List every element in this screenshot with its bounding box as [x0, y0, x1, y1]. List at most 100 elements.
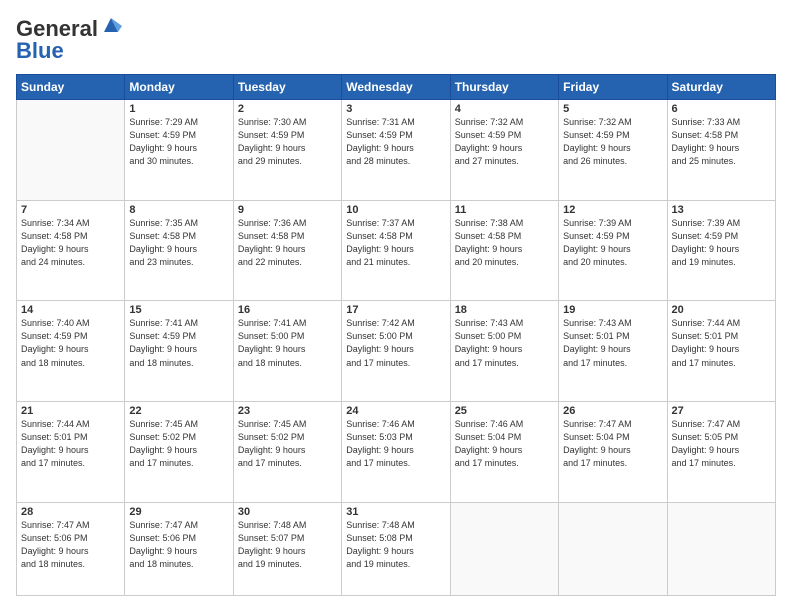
day-number: 15 — [129, 304, 228, 316]
weekday-header-friday: Friday — [559, 75, 667, 100]
day-number: 12 — [563, 204, 662, 216]
day-cell: 31Sunrise: 7:48 AM Sunset: 5:08 PM Dayli… — [342, 502, 450, 595]
day-cell — [559, 502, 667, 595]
day-info: Sunrise: 7:43 AM Sunset: 5:01 PM Dayligh… — [563, 317, 662, 369]
day-number: 25 — [455, 405, 554, 417]
day-info: Sunrise: 7:31 AM Sunset: 4:59 PM Dayligh… — [346, 116, 445, 168]
day-cell: 3Sunrise: 7:31 AM Sunset: 4:59 PM Daylig… — [342, 100, 450, 201]
day-info: Sunrise: 7:30 AM Sunset: 4:59 PM Dayligh… — [238, 116, 337, 168]
day-number: 17 — [346, 304, 445, 316]
day-number: 30 — [238, 506, 337, 518]
weekday-header-tuesday: Tuesday — [233, 75, 341, 100]
day-number: 23 — [238, 405, 337, 417]
day-number: 26 — [563, 405, 662, 417]
day-cell: 20Sunrise: 7:44 AM Sunset: 5:01 PM Dayli… — [667, 301, 775, 402]
week-row-1: 1Sunrise: 7:29 AM Sunset: 4:59 PM Daylig… — [17, 100, 776, 201]
weekday-header-sunday: Sunday — [17, 75, 125, 100]
day-number: 4 — [455, 103, 554, 115]
day-cell: 26Sunrise: 7:47 AM Sunset: 5:04 PM Dayli… — [559, 402, 667, 503]
day-cell: 19Sunrise: 7:43 AM Sunset: 5:01 PM Dayli… — [559, 301, 667, 402]
day-info: Sunrise: 7:34 AM Sunset: 4:58 PM Dayligh… — [21, 217, 120, 269]
day-number: 31 — [346, 506, 445, 518]
day-cell: 28Sunrise: 7:47 AM Sunset: 5:06 PM Dayli… — [17, 502, 125, 595]
day-cell: 22Sunrise: 7:45 AM Sunset: 5:02 PM Dayli… — [125, 402, 233, 503]
weekday-header-monday: Monday — [125, 75, 233, 100]
day-cell: 12Sunrise: 7:39 AM Sunset: 4:59 PM Dayli… — [559, 200, 667, 301]
day-cell: 21Sunrise: 7:44 AM Sunset: 5:01 PM Dayli… — [17, 402, 125, 503]
day-number: 6 — [672, 103, 771, 115]
day-number: 8 — [129, 204, 228, 216]
day-cell: 1Sunrise: 7:29 AM Sunset: 4:59 PM Daylig… — [125, 100, 233, 201]
page: General Blue SundayMondayTuesdayWednesda… — [0, 0, 792, 612]
day-cell — [17, 100, 125, 201]
day-number: 24 — [346, 405, 445, 417]
day-cell: 14Sunrise: 7:40 AM Sunset: 4:59 PM Dayli… — [17, 301, 125, 402]
day-number: 28 — [21, 506, 120, 518]
logo: General Blue — [16, 16, 122, 64]
day-info: Sunrise: 7:33 AM Sunset: 4:58 PM Dayligh… — [672, 116, 771, 168]
day-info: Sunrise: 7:44 AM Sunset: 5:01 PM Dayligh… — [21, 418, 120, 470]
day-info: Sunrise: 7:38 AM Sunset: 4:58 PM Dayligh… — [455, 217, 554, 269]
weekday-header-thursday: Thursday — [450, 75, 558, 100]
logo-icon — [100, 14, 122, 36]
day-cell: 6Sunrise: 7:33 AM Sunset: 4:58 PM Daylig… — [667, 100, 775, 201]
week-row-2: 7Sunrise: 7:34 AM Sunset: 4:58 PM Daylig… — [17, 200, 776, 301]
day-number: 2 — [238, 103, 337, 115]
day-info: Sunrise: 7:46 AM Sunset: 5:03 PM Dayligh… — [346, 418, 445, 470]
day-info: Sunrise: 7:39 AM Sunset: 4:59 PM Dayligh… — [563, 217, 662, 269]
day-cell: 13Sunrise: 7:39 AM Sunset: 4:59 PM Dayli… — [667, 200, 775, 301]
day-cell: 11Sunrise: 7:38 AM Sunset: 4:58 PM Dayli… — [450, 200, 558, 301]
week-row-3: 14Sunrise: 7:40 AM Sunset: 4:59 PM Dayli… — [17, 301, 776, 402]
day-info: Sunrise: 7:47 AM Sunset: 5:04 PM Dayligh… — [563, 418, 662, 470]
day-number: 16 — [238, 304, 337, 316]
day-info: Sunrise: 7:46 AM Sunset: 5:04 PM Dayligh… — [455, 418, 554, 470]
day-cell: 25Sunrise: 7:46 AM Sunset: 5:04 PM Dayli… — [450, 402, 558, 503]
day-cell: 24Sunrise: 7:46 AM Sunset: 5:03 PM Dayli… — [342, 402, 450, 503]
day-cell: 8Sunrise: 7:35 AM Sunset: 4:58 PM Daylig… — [125, 200, 233, 301]
day-info: Sunrise: 7:41 AM Sunset: 4:59 PM Dayligh… — [129, 317, 228, 369]
day-number: 3 — [346, 103, 445, 115]
day-info: Sunrise: 7:48 AM Sunset: 5:08 PM Dayligh… — [346, 519, 445, 571]
weekday-header-saturday: Saturday — [667, 75, 775, 100]
day-info: Sunrise: 7:47 AM Sunset: 5:06 PM Dayligh… — [129, 519, 228, 571]
day-cell: 17Sunrise: 7:42 AM Sunset: 5:00 PM Dayli… — [342, 301, 450, 402]
day-number: 20 — [672, 304, 771, 316]
day-info: Sunrise: 7:29 AM Sunset: 4:59 PM Dayligh… — [129, 116, 228, 168]
day-cell: 30Sunrise: 7:48 AM Sunset: 5:07 PM Dayli… — [233, 502, 341, 595]
day-number: 10 — [346, 204, 445, 216]
day-info: Sunrise: 7:43 AM Sunset: 5:00 PM Dayligh… — [455, 317, 554, 369]
day-number: 14 — [21, 304, 120, 316]
day-cell: 9Sunrise: 7:36 AM Sunset: 4:58 PM Daylig… — [233, 200, 341, 301]
day-number: 7 — [21, 204, 120, 216]
day-cell — [450, 502, 558, 595]
day-number: 29 — [129, 506, 228, 518]
day-cell: 29Sunrise: 7:47 AM Sunset: 5:06 PM Dayli… — [125, 502, 233, 595]
day-info: Sunrise: 7:45 AM Sunset: 5:02 PM Dayligh… — [238, 418, 337, 470]
day-info: Sunrise: 7:47 AM Sunset: 5:05 PM Dayligh… — [672, 418, 771, 470]
day-number: 18 — [455, 304, 554, 316]
day-info: Sunrise: 7:32 AM Sunset: 4:59 PM Dayligh… — [455, 116, 554, 168]
day-number: 11 — [455, 204, 554, 216]
day-number: 13 — [672, 204, 771, 216]
day-number: 22 — [129, 405, 228, 417]
day-cell: 27Sunrise: 7:47 AM Sunset: 5:05 PM Dayli… — [667, 402, 775, 503]
day-cell — [667, 502, 775, 595]
day-number: 5 — [563, 103, 662, 115]
day-info: Sunrise: 7:44 AM Sunset: 5:01 PM Dayligh… — [672, 317, 771, 369]
day-info: Sunrise: 7:48 AM Sunset: 5:07 PM Dayligh… — [238, 519, 337, 571]
day-cell: 5Sunrise: 7:32 AM Sunset: 4:59 PM Daylig… — [559, 100, 667, 201]
day-cell: 23Sunrise: 7:45 AM Sunset: 5:02 PM Dayli… — [233, 402, 341, 503]
day-cell: 10Sunrise: 7:37 AM Sunset: 4:58 PM Dayli… — [342, 200, 450, 301]
day-info: Sunrise: 7:45 AM Sunset: 5:02 PM Dayligh… — [129, 418, 228, 470]
day-cell: 16Sunrise: 7:41 AM Sunset: 5:00 PM Dayli… — [233, 301, 341, 402]
day-number: 27 — [672, 405, 771, 417]
day-info: Sunrise: 7:47 AM Sunset: 5:06 PM Dayligh… — [21, 519, 120, 571]
day-info: Sunrise: 7:37 AM Sunset: 4:58 PM Dayligh… — [346, 217, 445, 269]
day-cell: 2Sunrise: 7:30 AM Sunset: 4:59 PM Daylig… — [233, 100, 341, 201]
day-cell: 15Sunrise: 7:41 AM Sunset: 4:59 PM Dayli… — [125, 301, 233, 402]
header: General Blue — [16, 16, 776, 64]
day-info: Sunrise: 7:42 AM Sunset: 5:00 PM Dayligh… — [346, 317, 445, 369]
day-info: Sunrise: 7:35 AM Sunset: 4:58 PM Dayligh… — [129, 217, 228, 269]
day-info: Sunrise: 7:39 AM Sunset: 4:59 PM Dayligh… — [672, 217, 771, 269]
day-cell: 7Sunrise: 7:34 AM Sunset: 4:58 PM Daylig… — [17, 200, 125, 301]
